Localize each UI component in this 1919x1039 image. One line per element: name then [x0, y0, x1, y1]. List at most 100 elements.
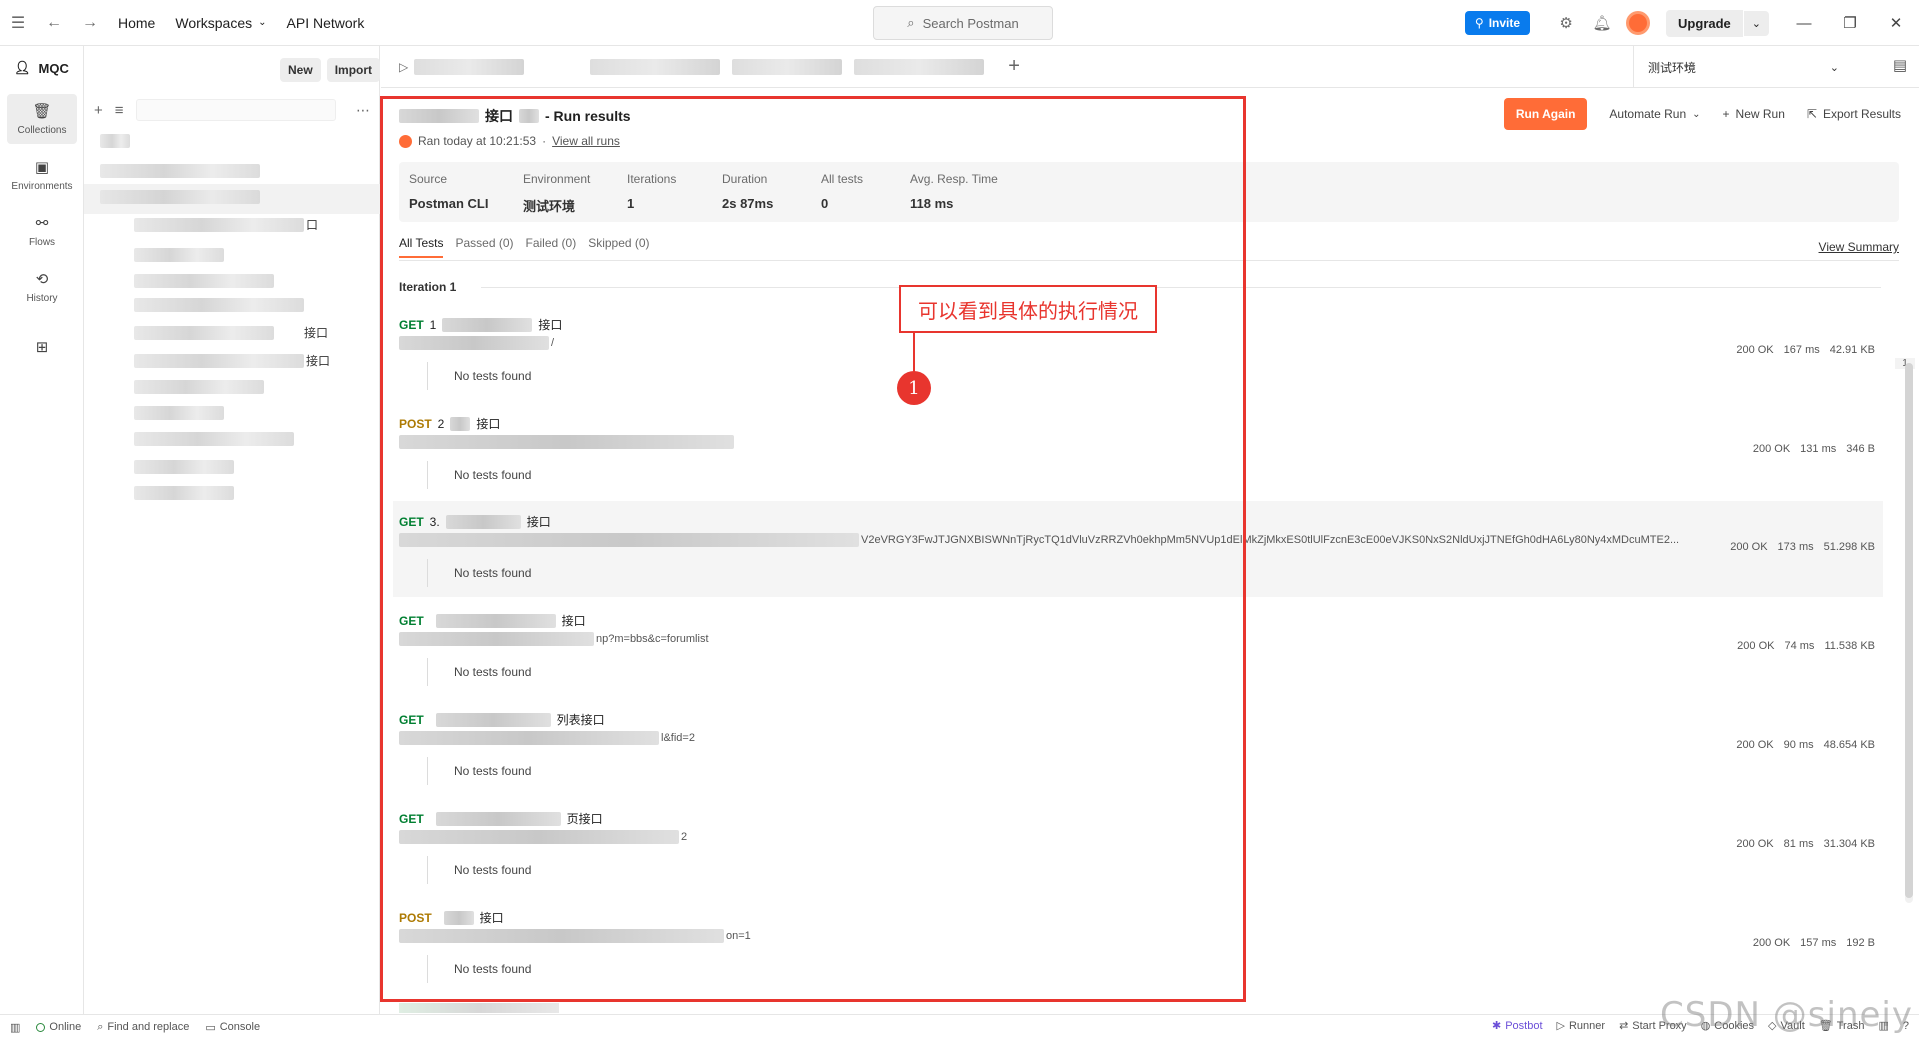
redacted-url: [399, 533, 859, 547]
response-time: 90 ms: [1783, 739, 1814, 751]
no-tests-message: No tests found: [427, 757, 531, 785]
tree-item[interactable]: [134, 486, 234, 500]
automate-run-button[interactable]: Automate Run ⌄: [1609, 107, 1700, 121]
tree-item[interactable]: [134, 326, 274, 340]
request-result-row[interactable]: GET 列表接口 l&fid=2 No tests found 200 OK 9…: [393, 699, 1883, 795]
request-name-suffix: 接口: [538, 318, 563, 332]
request-url-suffix: on=1: [726, 930, 751, 942]
view-summary-link[interactable]: View Summary: [1819, 240, 1899, 254]
tab-skipped[interactable]: Skipped (0): [588, 236, 649, 258]
tab-failed[interactable]: Failed (0): [526, 236, 577, 258]
tree-item[interactable]: [100, 164, 260, 178]
search-input[interactable]: ⌕ Search Postman: [873, 6, 1053, 40]
notification-bell-icon[interactable]: 🔔︎: [1584, 0, 1620, 46]
home-link[interactable]: Home: [108, 15, 165, 31]
upgrade-button[interactable]: Upgrade: [1666, 9, 1743, 37]
request-url: l&fid=2: [399, 731, 695, 745]
find-replace-button[interactable]: ⌕ Find and replace: [97, 1021, 189, 1034]
avatar[interactable]: [1626, 11, 1651, 35]
request-url: V2eVRGY3FwJTJGNXBISWNnTjRycTQ1dVluVzRRZV…: [399, 533, 1679, 547]
redacted-url: [399, 731, 659, 745]
invite-button[interactable]: ⚲ Invite: [1464, 11, 1531, 35]
rail-item-history[interactable]: ⟲ History: [7, 262, 77, 312]
stat-value: Postman CLI: [409, 196, 489, 211]
environment-quicklook-icon[interactable]: ▤: [1893, 56, 1907, 74]
tab[interactable]: [414, 58, 525, 75]
tree-item[interactable]: [134, 354, 304, 368]
tab-all-tests[interactable]: All Tests: [399, 236, 444, 258]
forward-arrow-icon[interactable]: →: [72, 0, 108, 46]
environments-icon: ▣: [34, 159, 50, 176]
run-again-button[interactable]: Run Again: [1503, 98, 1588, 130]
rail-item-collections[interactable]: 🗑︎ Collections: [7, 94, 77, 144]
postbot-button[interactable]: ✱ Postbot: [1492, 1019, 1543, 1033]
test-filter-tabs: All Tests Passed (0) Failed (0) Skipped …: [399, 236, 650, 258]
response-size: 192 B: [1846, 937, 1875, 949]
tab[interactable]: [854, 58, 985, 75]
toggle-sidebar-icon[interactable]: ▥: [10, 1021, 20, 1034]
rail-item-flows[interactable]: ⚯ Flows: [7, 206, 77, 256]
request-result-row[interactable]: POST 2 接口 No tests found 200 OK 131 ms 3…: [393, 403, 1883, 499]
import-button[interactable]: Import: [326, 58, 381, 82]
export-results-button[interactable]: ⇱ Export Results: [1807, 107, 1901, 121]
menu-icon[interactable]: ☰: [0, 0, 36, 46]
environment-selector[interactable]: 测试环境 ⌄: [1633, 46, 1853, 88]
settings-gear-icon[interactable]: ⚙: [1548, 0, 1584, 46]
tree-item[interactable]: [134, 380, 264, 394]
api-network-link[interactable]: API Network: [277, 15, 375, 31]
tree-item[interactable]: [134, 460, 234, 474]
online-status[interactable]: Online: [36, 1021, 81, 1033]
rail-item-environments[interactable]: ▣ Environments: [7, 150, 77, 200]
online-label: Online: [49, 1021, 82, 1033]
request-url-suffix: V2eVRGY3FwJTJGNXBISWNnTjRycTQ1dVluVzRRZV…: [861, 534, 1680, 546]
tree-item[interactable]: [134, 248, 224, 262]
tree-item[interactable]: [134, 406, 224, 420]
tab-passed[interactable]: Passed (0): [455, 236, 513, 258]
postman-app: ☰ ← → Home Workspaces ⌄ API Network ⌕ Se…: [0, 0, 1919, 1039]
scrollbar-thumb[interactable]: [1905, 363, 1913, 898]
runner-button[interactable]: ▷ Runner: [1557, 1019, 1606, 1033]
tree-item[interactable]: [134, 298, 304, 312]
tree-item[interactable]: [134, 432, 294, 446]
workspaces-menu[interactable]: Workspaces ⌄: [165, 15, 276, 31]
upgrade-chevron-icon[interactable]: ⌄: [1743, 10, 1769, 36]
request-result-row[interactable]: GET 接口 np?m=bbs&c=forumlist No tests fou…: [393, 600, 1883, 696]
sidebar-filter-input[interactable]: [135, 99, 336, 121]
tree-item[interactable]: [100, 190, 260, 204]
request-name-line: GET 列表接口: [399, 711, 605, 728]
collections-sidebar: New Import ⋯ + ≡ 口 接口 接口: [84, 46, 381, 1014]
request-name-prefix: 2: [437, 416, 445, 431]
tab[interactable]: [732, 58, 843, 75]
response-time: 157 ms: [1800, 937, 1837, 949]
request-name-line: GET 3. 接口: [399, 513, 551, 530]
request-name-suffix: 接口: [476, 417, 501, 431]
close-icon[interactable]: ✕: [1873, 0, 1919, 46]
restore-icon[interactable]: ❐: [1827, 0, 1873, 46]
new-tab-plus-icon[interactable]: +: [1008, 55, 1020, 78]
plus-icon[interactable]: +: [94, 102, 103, 119]
new-run-button[interactable]: + New Run: [1723, 107, 1785, 121]
stat-value: 118 ms: [910, 196, 954, 211]
minimize-icon[interactable]: —: [1781, 0, 1827, 46]
filter-icon[interactable]: ≡: [115, 102, 124, 119]
tree-item[interactable]: [134, 218, 304, 232]
separator-dot: ·: [542, 134, 547, 148]
tab[interactable]: [590, 58, 721, 75]
view-all-runs-link[interactable]: View all runs: [552, 134, 620, 148]
workspace-name[interactable]: 👤︎ MQC: [14, 60, 69, 76]
new-button[interactable]: New: [280, 58, 321, 82]
request-result-row[interactable]: GET 3. 接口 V2eVRGY3FwJTJGNXBISWNnTjRycTQ1…: [393, 501, 1883, 597]
history-icon: ⟲: [35, 271, 49, 288]
tree-item[interactable]: [100, 134, 130, 148]
runner-tab-icon: ▷: [399, 59, 409, 74]
console-button[interactable]: ▭ Console: [205, 1021, 260, 1034]
rail-item-apps[interactable]: ⊞: [7, 322, 77, 372]
back-arrow-icon[interactable]: ←: [36, 0, 72, 46]
runner-label: Runner: [1568, 1019, 1606, 1032]
request-result-row[interactable]: GET 页接口 2 No tests found 200 OK 81 ms 31…: [393, 798, 1883, 894]
redacted-url: [399, 632, 594, 646]
tree-item[interactable]: [134, 274, 274, 288]
next-request-partial: [399, 1003, 559, 1013]
request-result-row[interactable]: POST 接口 on=1 No tests found 200 OK 157 m…: [393, 897, 1883, 993]
left-rail: 👤︎ MQC 🗑︎ Collections ▣ Environments ⚯ F…: [0, 46, 84, 1014]
